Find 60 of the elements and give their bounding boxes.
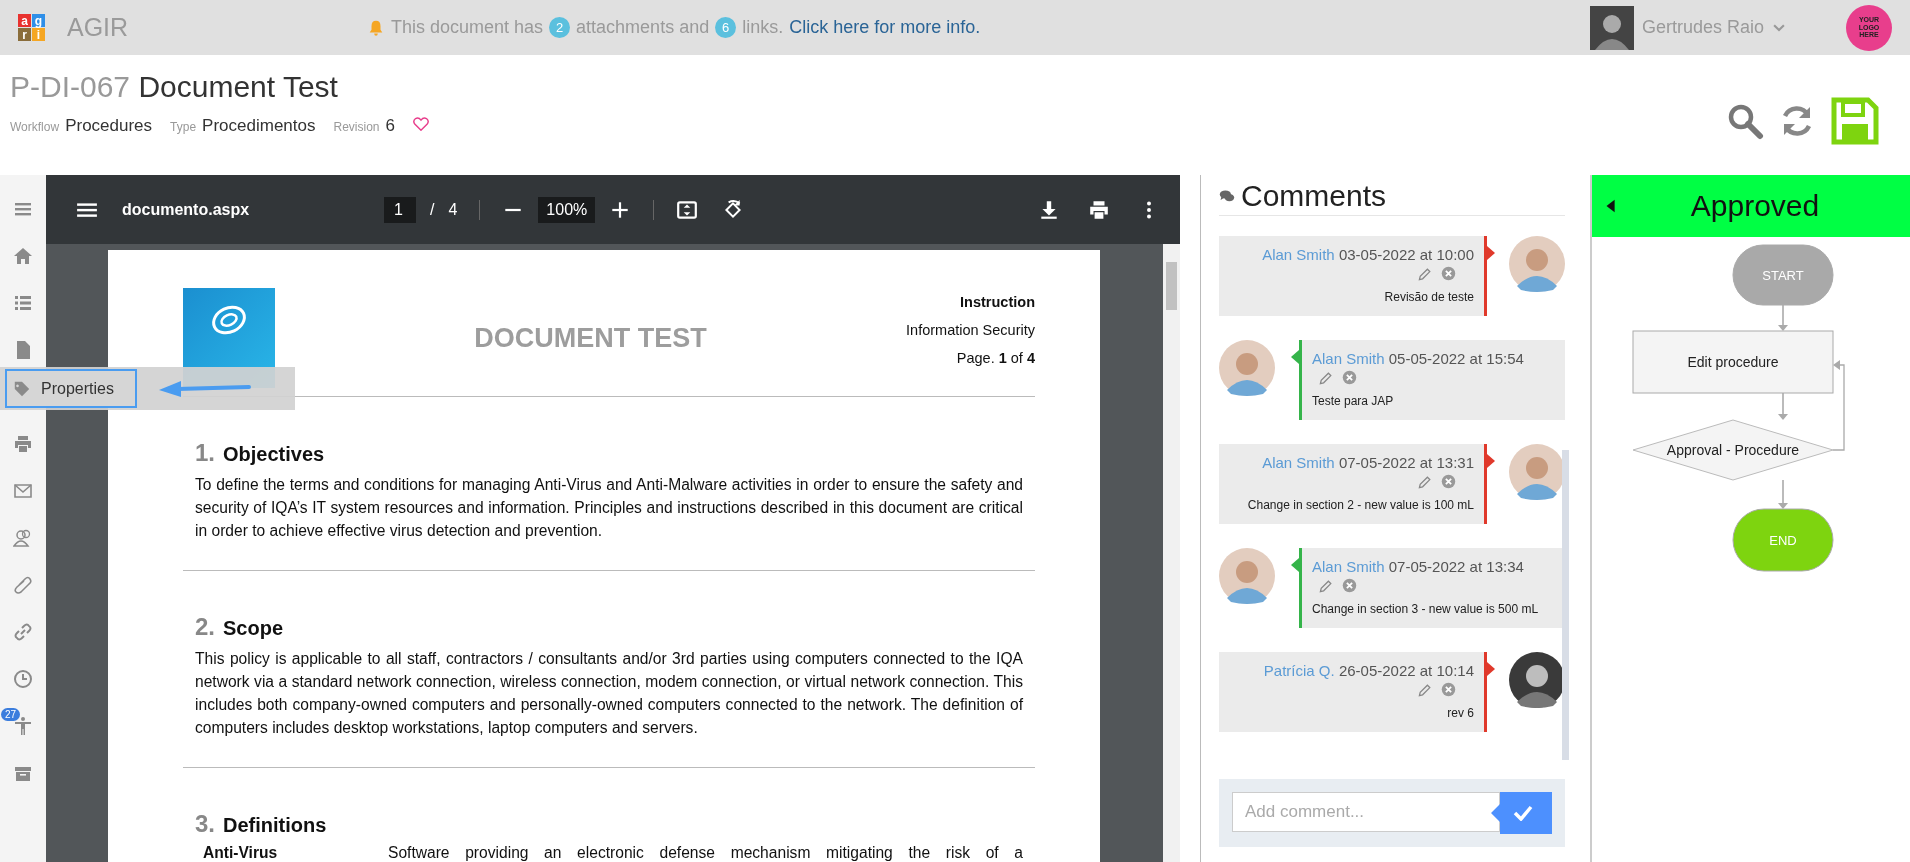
comment-author[interactable]: Alan Smith <box>1262 454 1335 471</box>
app-name: AGIR <box>67 13 130 42</box>
attachments-count: 2 <box>549 17 571 38</box>
notice-text: links. <box>742 17 784 38</box>
task-node: Edit procedure <box>1632 330 1834 394</box>
meta-value: 6 <box>385 116 395 136</box>
page-count: 4 <box>448 200 458 219</box>
page-number: Page. 1 of 4 <box>955 349 1035 368</box>
meta-value: Procedimentos <box>202 116 316 136</box>
section-number: 2. <box>195 613 215 641</box>
section-text: This policy is applicable to all staff, contractors / consultants and/or 3rd parties using computers connected to the IQA network via a standard network connection, wireless connection, modem connection, or virtual network connection. This includes both company-owned computers and personally-owned computers connected to the network. The definition of computers includes desktop workstations, laptop computers and servers. <box>195 649 1023 738</box>
document-code: P-DI-067 <box>10 70 131 103</box>
comment-text: Teste para JAP <box>1312 394 1395 408</box>
user-name[interactable]: Gertrudes Raio <box>1641 17 1764 38</box>
links-count: 6 <box>715 17 737 38</box>
document-area: Information Security <box>906 316 1035 344</box>
section-heading: Definitions <box>223 814 327 837</box>
comment-text: Change in section 2 - new value is 100 mL <box>1246 498 1474 512</box>
comment-author[interactable]: Alan Smith <box>1312 558 1385 575</box>
comment-author[interactable]: Patrícia Q. <box>1263 662 1335 679</box>
comment-text: rev 6 <box>1446 706 1474 720</box>
workflow-status: Approved <box>1689 189 1821 223</box>
comment-date: 03-05-2022 at 10:00 <box>1338 246 1474 263</box>
section-heading: Scope <box>223 617 284 640</box>
meta-value: Procedures <box>65 116 153 136</box>
meta-label: Revision <box>333 120 380 134</box>
page-separator: / <box>430 200 435 219</box>
section-number: 1. <box>195 439 215 467</box>
comment-date: 07-05-2022 at 13:34 <box>1388 558 1524 575</box>
meta-label: Workflow <box>10 120 60 134</box>
count-badge: 27 <box>1 708 21 721</box>
end-node: END <box>1732 508 1834 572</box>
notice-text: This document has <box>391 17 544 38</box>
comment-author[interactable]: Alan Smith <box>1312 350 1385 367</box>
properties-tooltip[interactable]: Properties <box>5 369 137 408</box>
comment-date: 07-05-2022 at 13:31 <box>1338 454 1474 471</box>
document-type: Instruction <box>959 293 1035 312</box>
comment-date: 05-05-2022 at 15:54 <box>1388 350 1524 367</box>
section-number: 3. <box>195 810 215 838</box>
comment-input[interactable]: Add comment... <box>1232 792 1500 832</box>
document-title: Document Test <box>138 70 338 103</box>
app-logo: a g r i <box>18 14 45 41</box>
page-input[interactable]: 1 <box>384 196 416 223</box>
zoom-level[interactable]: 100% <box>538 196 596 223</box>
comment-text: Change in section 3 - new value is 500 mL <box>1312 602 1540 616</box>
definition-text: Software providing an electronic defense mechanism mitigating the risk of a <box>388 844 1023 862</box>
notice-text: attachments and <box>576 17 710 38</box>
comment-author[interactable]: Alan Smith <box>1262 246 1335 263</box>
comment-date: 26-05-2022 at 10:14 <box>1338 662 1474 679</box>
comments-title: Comments <box>1241 179 1387 213</box>
decision-node: Approval - Procedure <box>1632 419 1834 481</box>
file-name: documento.aspx <box>122 200 251 219</box>
comment-text: Revisão de teste <box>1383 290 1474 304</box>
meta-label: Type <box>170 120 197 134</box>
definition-term: Anti-Virus <box>202 844 279 862</box>
section-heading: Objectives <box>223 443 325 466</box>
section-text: To define the terms and conditions for managing Anti-Virus and Anti-Malware activities in order to ensure the safety and security of IQA’s IT system resources and information. Principles and instructions described in this document are critical in order to achieve effective virus detection and prevention. <box>195 475 1023 541</box>
document-heading: DOCUMENT TEST <box>473 322 708 354</box>
start-node: START <box>1732 244 1834 306</box>
info-link[interactable]: Click here for more info. <box>789 17 981 38</box>
